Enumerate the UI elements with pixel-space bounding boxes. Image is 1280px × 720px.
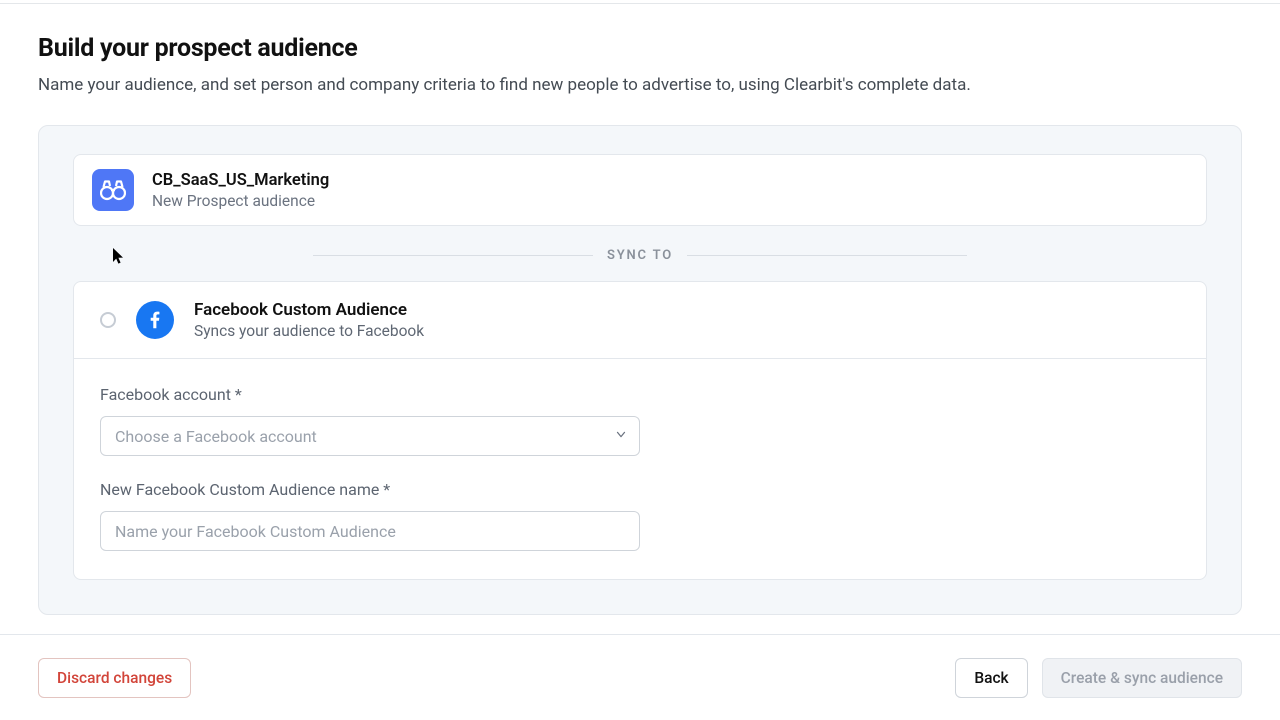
facebook-destination-box: Facebook Custom Audience Syncs your audi… xyxy=(73,281,1207,580)
facebook-account-label: Facebook account * xyxy=(100,385,1180,404)
sync-to-label: SYNC TO xyxy=(607,248,673,263)
sync-divider: SYNC TO xyxy=(73,248,1207,263)
audience-type-label: New Prospect audience xyxy=(152,192,329,210)
facebook-destination-header[interactable]: Facebook Custom Audience Syncs your audi… xyxy=(74,282,1206,359)
facebook-account-select[interactable]: Choose a Facebook account xyxy=(100,416,640,456)
divider-line-left xyxy=(313,255,593,256)
back-button[interactable]: Back xyxy=(955,658,1027,698)
audience-card: CB_SaaS_US_Marketing New Prospect audien… xyxy=(73,154,1207,226)
facebook-icon xyxy=(136,301,174,339)
discard-button[interactable]: Discard changes xyxy=(38,658,191,698)
divider-line-right xyxy=(687,255,967,256)
facebook-audience-name-input[interactable] xyxy=(100,511,640,551)
config-panel: CB_SaaS_US_Marketing New Prospect audien… xyxy=(38,125,1242,615)
facebook-radio[interactable] xyxy=(100,312,116,328)
facebook-name-field-group: New Facebook Custom Audience name * xyxy=(100,480,1180,551)
facebook-account-field-group: Facebook account * Choose a Facebook acc… xyxy=(100,385,1180,456)
top-divider xyxy=(0,0,1280,4)
page-title: Build your prospect audience xyxy=(38,34,1242,63)
facebook-name-label: New Facebook Custom Audience name * xyxy=(100,480,1180,499)
facebook-title: Facebook Custom Audience xyxy=(194,300,424,320)
footer-bar: Discard changes Back Create & sync audie… xyxy=(0,634,1280,720)
facebook-subtitle: Syncs your audience to Facebook xyxy=(194,322,424,340)
page-subtitle: Name your audience, and set person and c… xyxy=(38,75,1242,95)
audience-name: CB_SaaS_US_Marketing xyxy=(152,171,329,190)
binoculars-icon xyxy=(92,169,134,211)
create-sync-button[interactable]: Create & sync audience xyxy=(1042,658,1242,698)
